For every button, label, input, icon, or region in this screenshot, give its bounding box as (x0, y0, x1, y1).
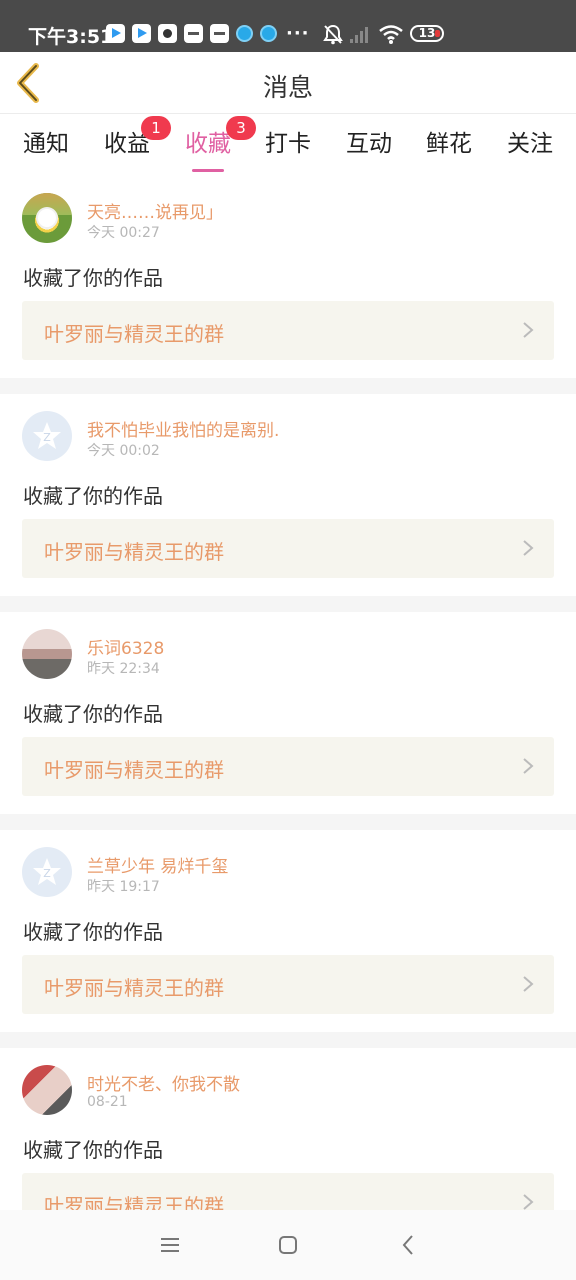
status-bar: 下午3:51 ··· 13 (0, 0, 576, 52)
list-item: 乐词6328 昨天 22:34 收藏了你的作品 叶罗丽与精灵王的群 (0, 612, 576, 814)
tab-favorites[interactable]: 收藏 3 (178, 116, 256, 172)
tab-label: 鲜花 (426, 131, 472, 157)
tab-flowers[interactable]: 鲜花 (419, 124, 479, 166)
list-item: Z 兰草少年 易烊千玺 昨天 19:17 收藏了你的作品 叶罗丽与精灵王的群 (0, 830, 576, 1032)
page-title: 消息 (262, 73, 313, 102)
divider (0, 596, 576, 612)
work-title: 叶罗丽与精灵王的群 (44, 758, 224, 782)
svg-text:Z: Z (43, 431, 51, 444)
divider (0, 378, 576, 394)
divider (0, 814, 576, 830)
bubble-icon (236, 24, 253, 42)
work-title: 叶罗丽与精灵王的群 (44, 322, 224, 346)
avatar[interactable]: Z (22, 847, 72, 897)
work-title: 叶罗丽与精灵王的群 (44, 540, 224, 564)
chevron-right-icon (523, 758, 534, 774)
timestamp: 今天 00:27 (87, 225, 160, 241)
notification-icons: ··· (106, 22, 310, 44)
system-navigation-bar (0, 1210, 576, 1280)
divider (0, 1032, 576, 1048)
menu-icon[interactable] (157, 1232, 183, 1258)
back-icon[interactable] (396, 1232, 422, 1258)
status-time: 下午3:51 (28, 26, 114, 48)
battery-icon: 13 (410, 25, 444, 42)
home-square-icon[interactable] (275, 1232, 301, 1258)
top-app-bar: 消息 (0, 52, 576, 114)
signal-icon (350, 27, 368, 43)
paw-icon (158, 23, 177, 43)
tab-earnings[interactable]: 收益 1 (97, 116, 171, 166)
timestamp: 08-21 (87, 1094, 128, 1110)
chevron-right-icon (523, 976, 534, 992)
action-text: 收藏了你的作品 (23, 266, 163, 290)
avatar[interactable] (22, 629, 72, 679)
tab-label: 互动 (346, 131, 392, 157)
list-item: Z 我不怕毕业我怕的是离别. 今天 00:02 收藏了你的作品 叶罗丽与精灵王的… (0, 394, 576, 596)
action-text: 收藏了你的作品 (23, 484, 163, 508)
default-avatar-icon: Z (33, 422, 61, 449)
bubble-icon (260, 24, 277, 42)
tab-follow[interactable]: 关注 (500, 124, 560, 166)
work-card[interactable]: 叶罗丽与精灵王的群 (22, 519, 554, 578)
tab-interaction[interactable]: 互动 (339, 124, 399, 166)
user-name[interactable]: 我不怕毕业我怕的是离别. (87, 416, 279, 441)
tab-notification[interactable]: 通知 (16, 124, 76, 166)
message-list: 天亮……说再见」 今天 00:27 收藏了你的作品 叶罗丽与精灵王的群 Z 我不… (0, 176, 576, 1250)
more-icon: ··· (286, 22, 310, 44)
mi-icon (210, 23, 229, 43)
bell-muted-icon (323, 24, 343, 45)
timestamp: 昨天 19:17 (87, 879, 160, 895)
action-text: 收藏了你的作品 (23, 702, 163, 726)
tab-label: 关注 (507, 131, 553, 157)
svg-text:Z: Z (43, 867, 51, 880)
user-name[interactable]: 乐词6328 (87, 634, 164, 659)
default-avatar-icon: Z (33, 858, 61, 885)
unread-badge: 3 (226, 116, 256, 140)
timestamp: 今天 00:02 (87, 443, 160, 459)
tab-label: 收藏 (185, 131, 231, 157)
tab-label: 通知 (23, 131, 69, 157)
work-card[interactable]: 叶罗丽与精灵王的群 (22, 955, 554, 1014)
user-name[interactable]: 兰草少年 易烊千玺 (87, 852, 228, 877)
action-text: 收藏了你的作品 (23, 920, 163, 944)
chevron-right-icon (523, 540, 534, 556)
play-store-icon (106, 23, 125, 43)
work-card[interactable]: 叶罗丽与精灵王的群 (22, 737, 554, 796)
avatar[interactable] (22, 193, 72, 243)
user-name[interactable]: 天亮……说再见」 (87, 198, 223, 223)
chevron-right-icon (523, 322, 534, 338)
work-title: 叶罗丽与精灵王的群 (44, 976, 224, 1000)
avatar[interactable] (22, 1065, 72, 1115)
mi-icon (184, 23, 203, 43)
avatar[interactable]: Z (22, 411, 72, 461)
chevron-right-icon (523, 1194, 534, 1210)
user-name[interactable]: 时光不老、你我不散 (87, 1070, 240, 1095)
play-store-icon (132, 23, 151, 43)
wifi-icon (379, 25, 403, 44)
tab-label: 打卡 (265, 131, 311, 157)
tab-bar: 通知 收益 1 收藏 3 打卡 互动 鲜花 关注 (0, 114, 576, 176)
action-text: 收藏了你的作品 (23, 1138, 163, 1162)
list-item: 天亮……说再见」 今天 00:27 收藏了你的作品 叶罗丽与精灵王的群 (0, 176, 576, 378)
work-card[interactable]: 叶罗丽与精灵王的群 (22, 301, 554, 360)
active-tab-indicator (192, 169, 224, 172)
tab-checkin[interactable]: 打卡 (258, 124, 318, 166)
timestamp: 昨天 22:34 (87, 661, 160, 677)
unread-badge: 1 (141, 116, 171, 140)
